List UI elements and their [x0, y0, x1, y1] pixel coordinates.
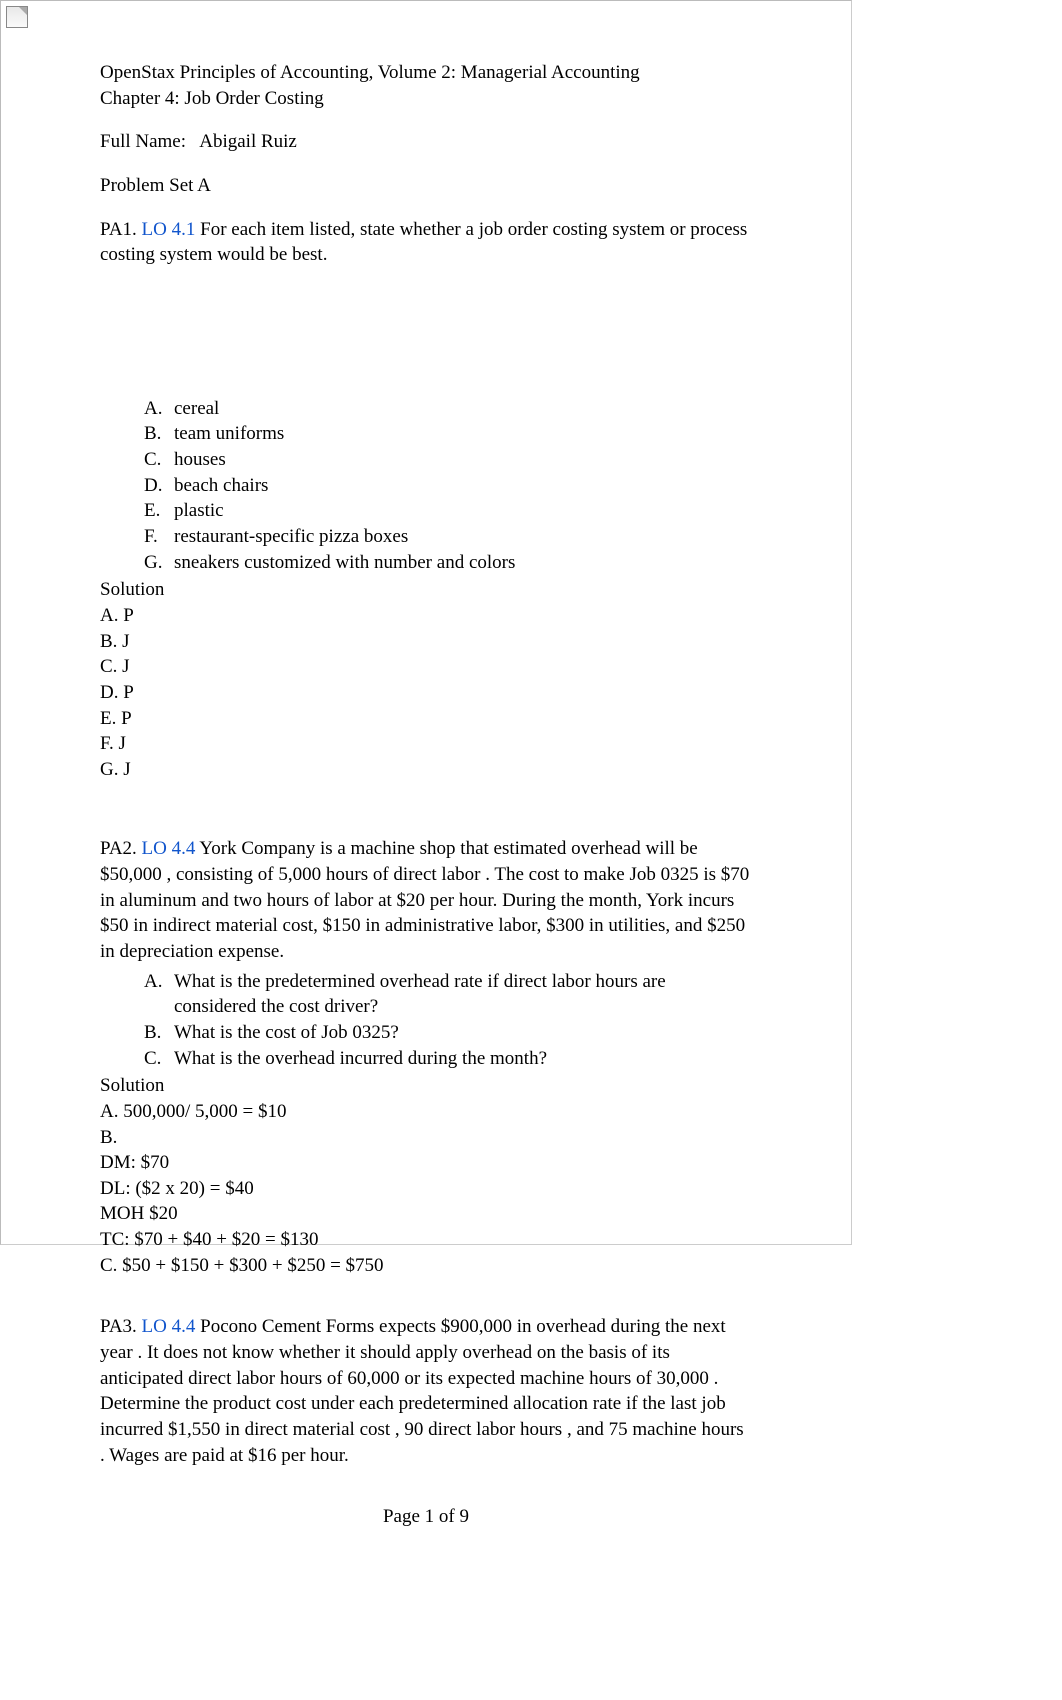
- problem-number: PA2.: [100, 838, 137, 859]
- item-marker: D.: [144, 473, 174, 499]
- problem-prompt: PA3. LO 4.4 Pocono Cement Forms expects …: [100, 1314, 752, 1468]
- item-marker: A.: [144, 396, 174, 422]
- solution-line: F. J: [100, 731, 752, 757]
- item-marker: F.: [144, 524, 174, 550]
- name-value: Abigail Ruiz: [199, 131, 297, 152]
- item-text: team uniforms: [174, 421, 284, 447]
- problem-pa2: PA2. LO 4.4 York Company is a machine sh…: [100, 836, 752, 1278]
- name-label: Full Name:: [100, 131, 186, 152]
- document-page: OpenStax Principles of Accounting, Volum…: [0, 0, 852, 1590]
- solution-line: TC: $70 + $40 + $20 = $130: [100, 1227, 752, 1253]
- spacer: [100, 1296, 752, 1314]
- list-item: D.beach chairs: [144, 473, 752, 499]
- item-text: What is the predetermined overhead rate …: [174, 969, 752, 1020]
- problem-set-label: Problem Set A: [100, 173, 752, 199]
- name-line: Full Name: Abigail Ruiz: [100, 129, 752, 155]
- problem-number: PA3.: [100, 1316, 137, 1337]
- solution-line: C. J: [100, 654, 752, 680]
- item-text: plastic: [174, 498, 224, 524]
- header-line-2: Chapter 4: Job Order Costing: [100, 86, 752, 112]
- list-item: C.houses: [144, 447, 752, 473]
- problem-prompt: PA1. LO 4.1 For each item listed, state …: [100, 217, 752, 268]
- item-text: sneakers customized with number and colo…: [174, 550, 515, 576]
- lo-link[interactable]: LO 4.4: [142, 1316, 196, 1337]
- problem-prompt-text: For each item listed, state whether a jo…: [100, 219, 747, 266]
- list-item: A.cereal: [144, 396, 752, 422]
- solution-line: DM: $70: [100, 1150, 752, 1176]
- item-marker: B.: [144, 1020, 174, 1046]
- solution-label: Solution: [100, 577, 752, 603]
- solution-line: A. 500,000/ 5,000 = $10: [100, 1099, 752, 1125]
- problem-pa1: PA1. LO 4.1 For each item listed, state …: [100, 217, 752, 783]
- solution-line: G. J: [100, 757, 752, 783]
- problem-pa3: PA3. LO 4.4 Pocono Cement Forms expects …: [100, 1314, 752, 1468]
- solution-line: DL: ($2 x 20) = $40: [100, 1176, 752, 1202]
- problem-prompt: PA2. LO 4.4 York Company is a machine sh…: [100, 836, 752, 964]
- list-item: E.plastic: [144, 498, 752, 524]
- solution-line: E. P: [100, 706, 752, 732]
- problem-items: A.cereal B.team uniforms C.houses D.beac…: [144, 396, 752, 575]
- list-item: A.What is the predetermined overhead rat…: [144, 969, 752, 1020]
- solution-line: C. $50 + $150 + $300 + $250 = $750: [100, 1253, 752, 1279]
- item-marker: G.: [144, 550, 174, 576]
- document-header: OpenStax Principles of Accounting, Volum…: [100, 60, 752, 111]
- page-number: Page 1 of 9: [100, 1504, 752, 1530]
- problem-items: A.What is the predetermined overhead rat…: [144, 969, 752, 1072]
- item-marker: C.: [144, 1046, 174, 1072]
- item-text: houses: [174, 447, 226, 473]
- solution-label: Solution: [100, 1073, 752, 1099]
- list-item: F.restaurant-specific pizza boxes: [144, 524, 752, 550]
- solution-block: Solution A. 500,000/ 5,000 = $10 B. DM: …: [100, 1073, 752, 1278]
- header-line-1: OpenStax Principles of Accounting, Volum…: [100, 60, 752, 86]
- list-item: B.What is the cost of Job 0325?: [144, 1020, 752, 1046]
- list-item: G.sneakers customized with number and co…: [144, 550, 752, 576]
- solution-line: A. P: [100, 603, 752, 629]
- problem-number: PA1.: [100, 219, 137, 240]
- solution-line: B.: [100, 1125, 752, 1151]
- solution-block: Solution A. P B. J C. J D. P E. P F. J G…: [100, 577, 752, 782]
- problem-prompt-text: York Company is a machine shop that esti…: [100, 838, 749, 962]
- list-item: B.team uniforms: [144, 421, 752, 447]
- solution-line: B. J: [100, 629, 752, 655]
- item-marker: C.: [144, 447, 174, 473]
- item-text: What is the overhead incurred during the…: [174, 1046, 547, 1072]
- item-text: restaurant-specific pizza boxes: [174, 524, 408, 550]
- item-text: cereal: [174, 396, 219, 422]
- problem-prompt-text: Pocono Cement Forms expects $900,000 in …: [100, 1316, 744, 1465]
- item-marker: A.: [144, 969, 174, 1020]
- item-marker: B.: [144, 421, 174, 447]
- lo-link[interactable]: LO 4.4: [142, 838, 196, 859]
- item-marker: E.: [144, 498, 174, 524]
- spacer: [100, 272, 752, 392]
- lo-link[interactable]: LO 4.1: [142, 219, 196, 240]
- item-text: beach chairs: [174, 473, 268, 499]
- item-text: What is the cost of Job 0325?: [174, 1020, 399, 1046]
- solution-line: MOH $20: [100, 1201, 752, 1227]
- spacer: [100, 800, 752, 836]
- list-item: C.What is the overhead incurred during t…: [144, 1046, 752, 1072]
- solution-line: D. P: [100, 680, 752, 706]
